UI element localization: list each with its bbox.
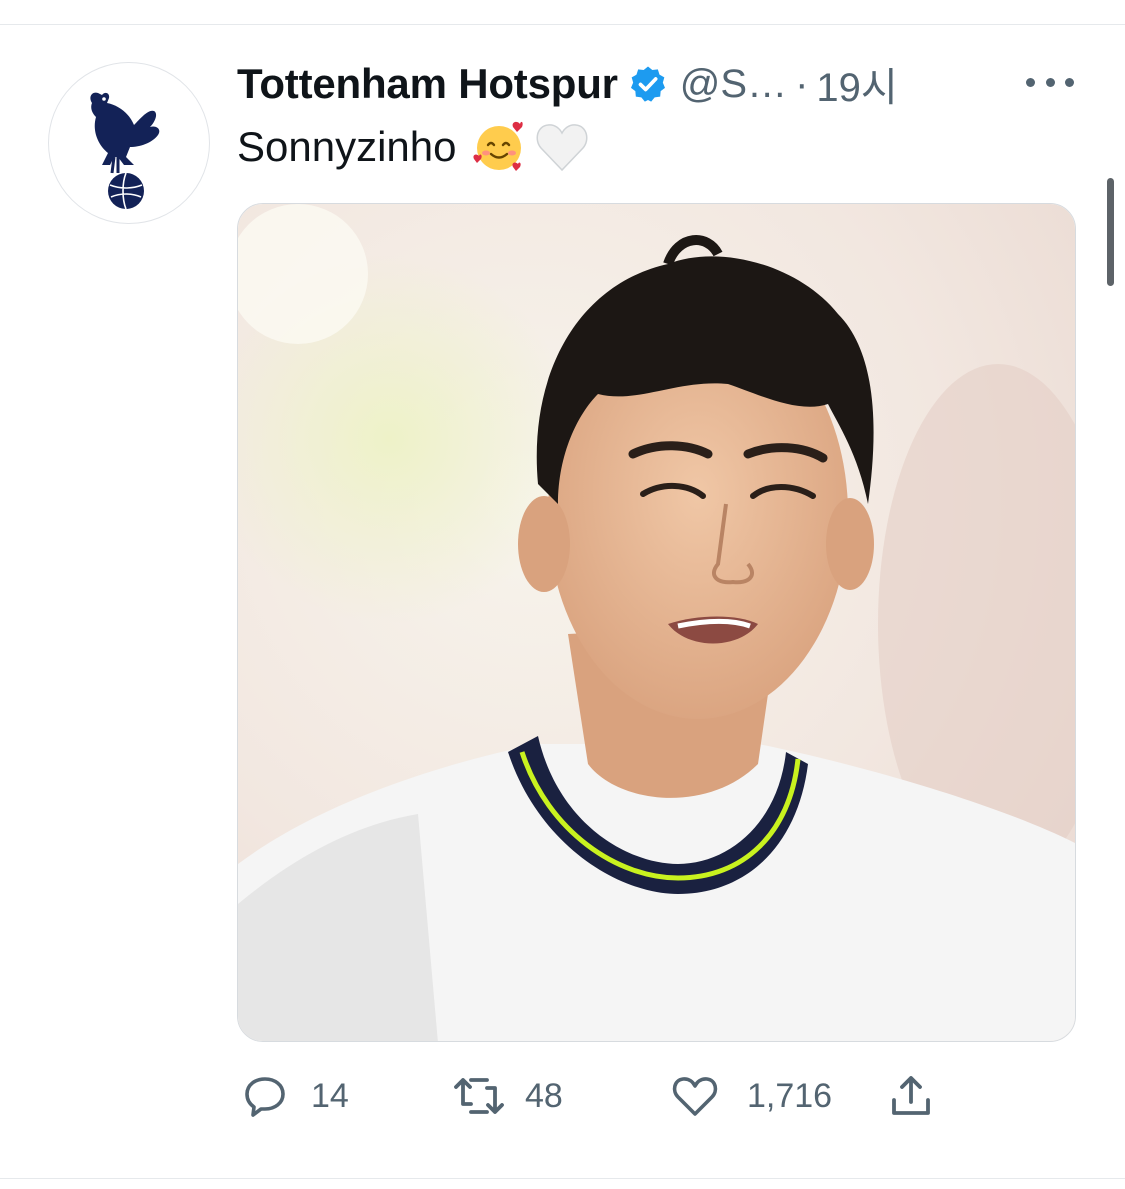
tweet-text: Sonnyzinho [237, 118, 591, 176]
separator-dot: · [795, 61, 809, 106]
like-button[interactable]: 1,716 [669, 1066, 832, 1126]
player-portrait-image [238, 204, 1075, 1041]
top-divider [0, 24, 1125, 25]
smiling-face-with-hearts-icon [472, 121, 523, 171]
tweet-actions: 14 48 1,716 [237, 1066, 957, 1126]
tweet-timestamp[interactable]: 19시 [816, 55, 897, 113]
like-count: 1,716 [747, 1076, 833, 1115]
author-name[interactable]: Tottenham Hotspur [237, 60, 618, 108]
tweet-media-photo[interactable] [237, 203, 1076, 1042]
avatar[interactable] [48, 62, 210, 224]
tottenham-logo-icon [90, 92, 160, 210]
verified-badge-icon [630, 66, 665, 102]
tweet-text-content: Sonnyzinho [237, 123, 457, 170]
reply-count: 14 [311, 1076, 349, 1115]
retweet-icon [454, 1078, 504, 1114]
share-icon [892, 1076, 930, 1115]
share-button[interactable] [887, 1066, 935, 1126]
retweet-count: 48 [525, 1076, 563, 1115]
author-handle[interactable]: @S… [680, 62, 787, 107]
reply-button[interactable]: 14 [241, 1066, 349, 1126]
white-heart-icon [535, 124, 588, 172]
scrollbar[interactable] [1107, 178, 1114, 286]
more-options-icon[interactable] [1026, 66, 1074, 98]
heart-icon [672, 1077, 718, 1116]
tweet-header: Tottenham Hotspur @S… · 19시 [237, 56, 898, 112]
bottom-divider [0, 1178, 1125, 1179]
reply-icon [245, 1077, 285, 1117]
retweet-button[interactable]: 48 [451, 1066, 563, 1126]
